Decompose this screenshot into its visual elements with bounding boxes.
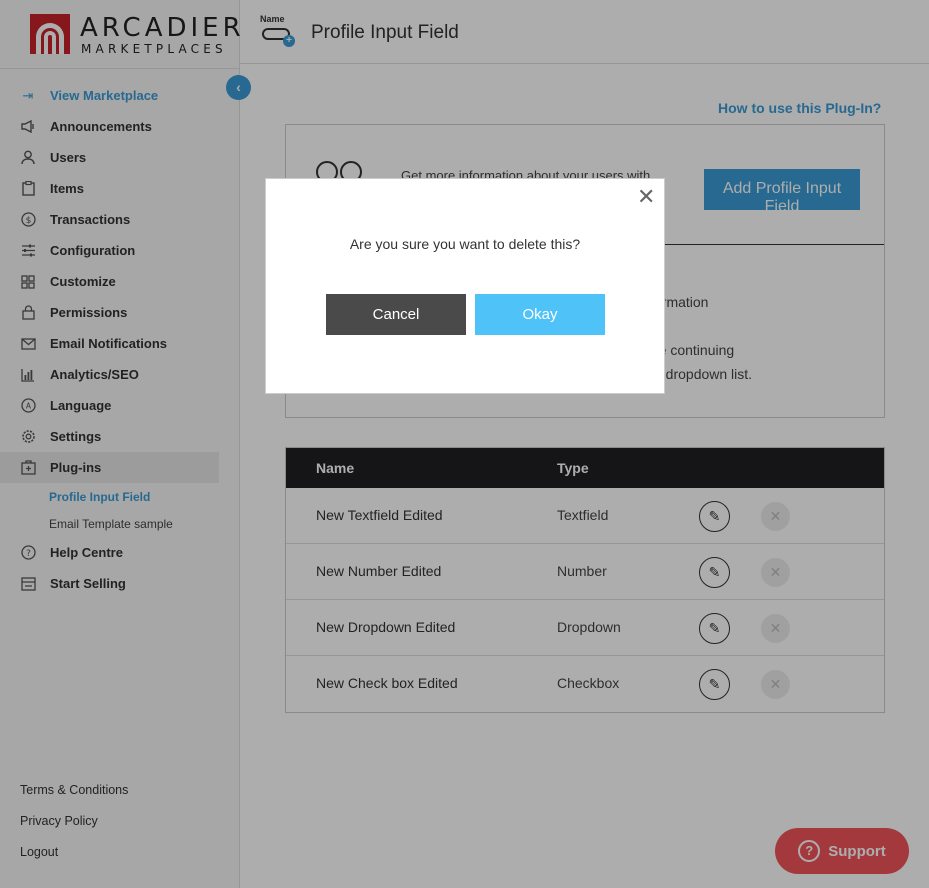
close-icon[interactable]: ✕ [637,186,655,208]
dialog-message: Are you sure you want to delete this? [349,236,581,252]
cancel-button[interactable]: Cancel [326,294,466,335]
confirm-delete-dialog: ✕ Are you sure you want to delete this? … [265,178,665,394]
modal-backdrop[interactable] [0,0,929,888]
okay-button[interactable]: Okay [475,294,605,335]
